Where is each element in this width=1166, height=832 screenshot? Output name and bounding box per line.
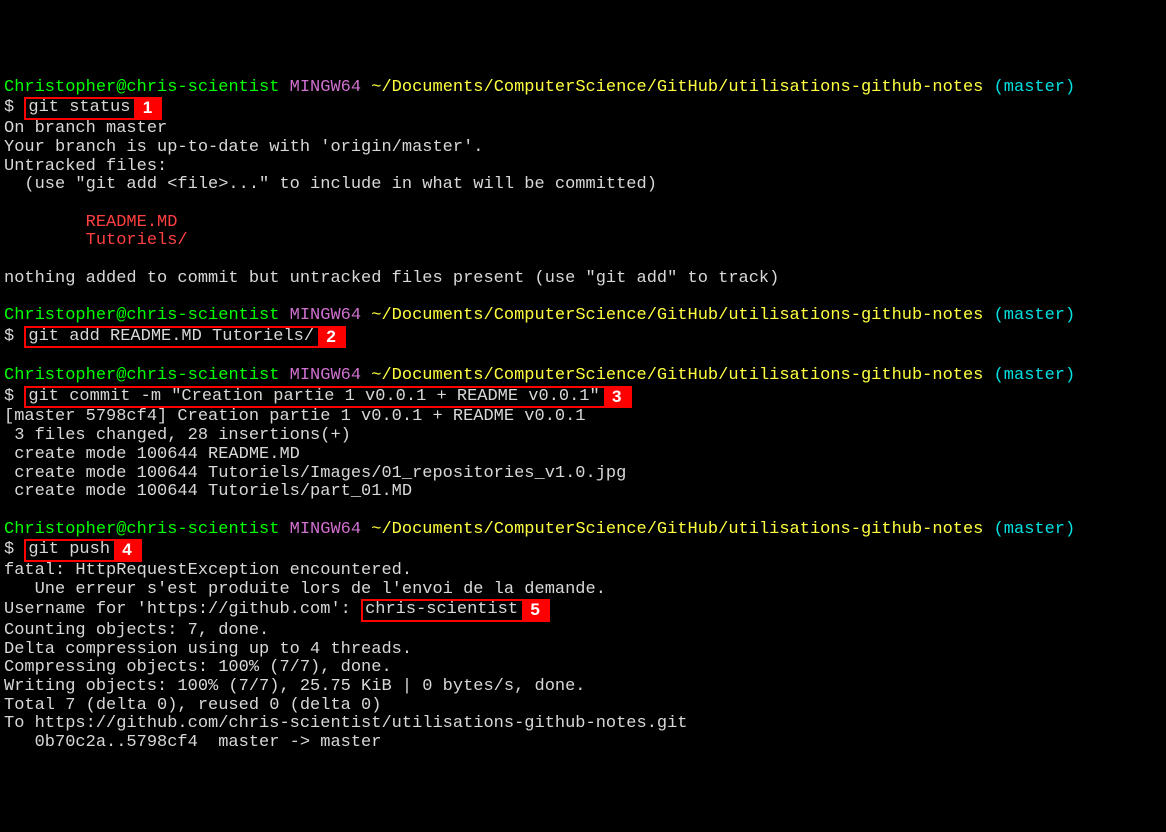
commit-line: create mode 100644 README.MD [4,445,300,464]
prompt-shell: MINGW64 [290,520,361,539]
prompt-dollar: $ [4,327,14,346]
cmd-git-status-box: git status1 [24,97,162,120]
prompt-path: ~/Documents/ComputerScience/GitHub/utili… [371,366,983,385]
prompt-dollar: $ [4,540,14,559]
prompt-host: chris-scientist [126,520,279,539]
prompt-branch: (master) [994,366,1076,385]
cmd-git-commit-box: git commit -m "Creation partie 1 v0.0.1 … [24,386,631,409]
badge-1: 1 [134,99,160,118]
prompt-branch: (master) [994,520,1076,539]
badge-4: 4 [114,541,140,560]
push-line: Delta compression using up to 4 threads. [4,640,412,659]
prompt-shell: MINGW64 [290,366,361,385]
username-input[interactable]: chris-scientist [365,600,518,619]
status-line: On branch master [4,119,167,138]
commit-line: 3 files changed, 28 insertions(+) [4,426,351,445]
cmd-git-status[interactable]: git status [28,98,130,117]
badge-3: 3 [604,388,630,407]
prompt-host: chris-scientist [126,78,279,97]
untracked-file: Tutoriels/ [4,231,188,250]
prompt-path: ~/Documents/ComputerScience/GitHub/utili… [371,520,983,539]
push-line: Writing objects: 100% (7/7), 25.75 KiB |… [4,677,586,696]
prompt-dollar: $ [4,387,14,406]
commit-line: [master 5798cf4] Creation partie 1 v0.0.… [4,407,586,426]
prompt-branch: (master) [994,78,1076,97]
prompt-at: @ [116,520,126,539]
prompt-user: Christopher [4,306,116,325]
commit-line: create mode 100644 Tutoriels/part_01.MD [4,482,412,501]
prompt-path: ~/Documents/ComputerScience/GitHub/utili… [371,306,983,325]
commit-line: create mode 100644 Tutoriels/Images/01_r… [4,464,626,483]
prompt-host: chris-scientist [126,366,279,385]
status-line: Your branch is up-to-date with 'origin/m… [4,138,483,157]
push-line: Une erreur s'est produite lors de l'envo… [4,580,606,599]
username-box: chris-scientist5 [361,599,550,622]
cmd-git-push[interactable]: git push [28,540,110,559]
status-line: nothing added to commit but untracked fi… [4,269,779,288]
prompt-shell: MINGW64 [290,78,361,97]
prompt-at: @ [116,366,126,385]
prompt-user: Christopher [4,520,116,539]
cmd-git-add[interactable]: git add README.MD Tutoriels/ [28,327,314,346]
prompt-dollar: $ [4,98,14,117]
push-line: Counting objects: 7, done. [4,621,269,640]
prompt-branch: (master) [994,306,1076,325]
push-line: To https://github.com/chris-scientist/ut… [4,714,688,733]
badge-2: 2 [318,328,344,347]
push-line: 0b70c2a..5798cf4 master -> master [4,733,381,752]
untracked-file: README.MD [4,213,177,232]
push-line: Total 7 (delta 0), reused 0 (delta 0) [4,696,381,715]
push-line: Compressing objects: 100% (7/7), done. [4,658,392,677]
prompt-at: @ [116,78,126,97]
cmd-git-push-box: git push4 [24,539,142,562]
badge-5: 5 [522,601,548,620]
push-userprompt: Username for 'https://github.com': [4,600,361,619]
status-line: Untracked files: [4,157,167,176]
prompt-shell: MINGW64 [290,306,361,325]
prompt-user: Christopher [4,366,116,385]
prompt-host: chris-scientist [126,306,279,325]
prompt-path: ~/Documents/ComputerScience/GitHub/utili… [371,78,983,97]
prompt-at: @ [116,306,126,325]
cmd-git-commit[interactable]: git commit -m "Creation partie 1 v0.0.1 … [28,387,599,406]
cmd-git-add-box: git add README.MD Tutoriels/2 [24,326,346,349]
prompt-user: Christopher [4,78,116,97]
push-line: fatal: HttpRequestException encountered. [4,561,412,580]
status-line: (use "git add <file>..." to include in w… [4,175,657,194]
